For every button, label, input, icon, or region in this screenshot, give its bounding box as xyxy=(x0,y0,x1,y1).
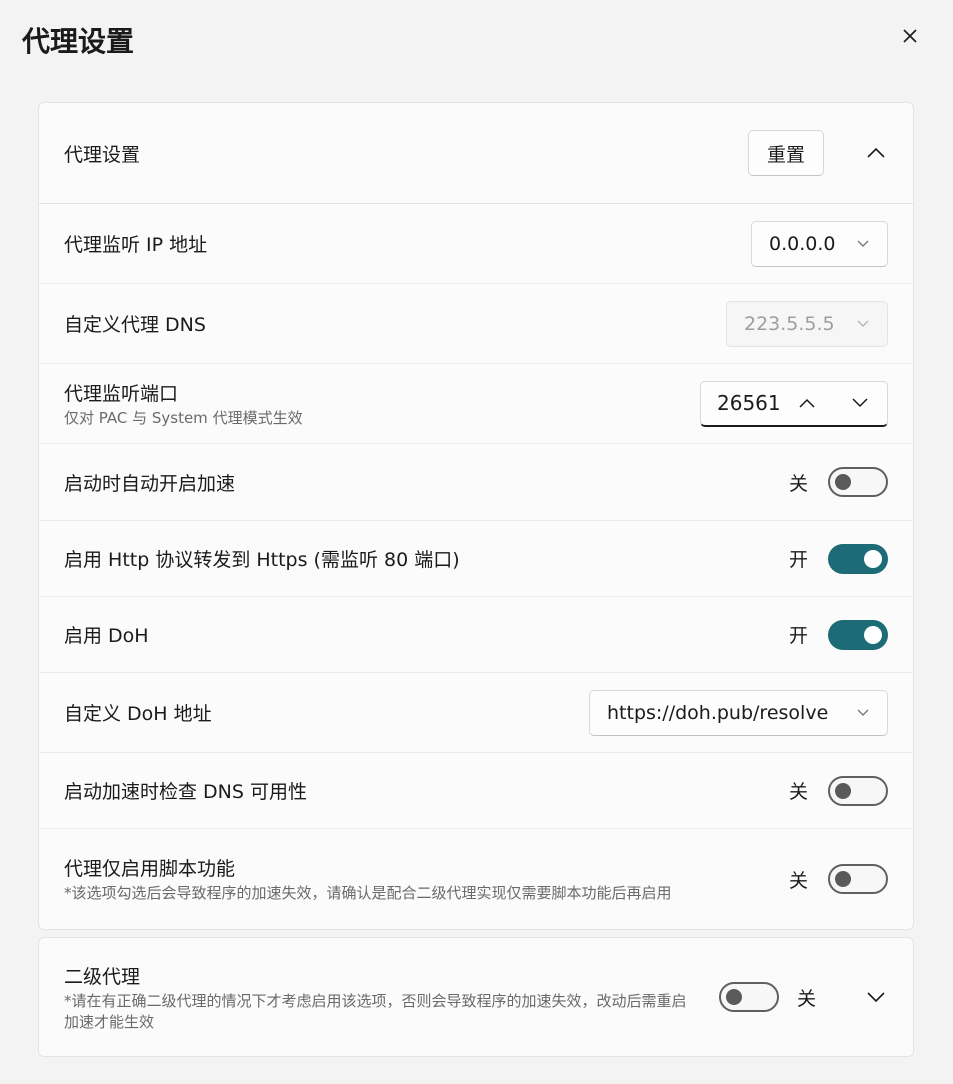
chevron-down-icon xyxy=(857,709,869,716)
custom-dns-dropdown[interactable]: 223.5.5.5 xyxy=(726,300,888,347)
listen-ip-label: 代理监听 IP 地址 xyxy=(64,234,208,256)
script-only-state: 关 xyxy=(788,869,808,892)
dns-check-row: 启动加速时检查 DNS 可用性 关 xyxy=(39,753,913,829)
doh-toggle[interactable] xyxy=(828,619,888,650)
dns-check-state: 关 xyxy=(788,781,808,803)
decrement-button[interactable] xyxy=(834,381,887,425)
secondary-proxy-card[interactable]: 二级代理 *请在有正确二级代理的情况下才考虑启用该选项，否则会导致程序的加速失效… xyxy=(38,937,914,1057)
http-forward-toggle[interactable] xyxy=(828,543,888,574)
chevron-down-icon[interactable] xyxy=(864,985,888,1009)
doh-address-label: 自定义 DoH 地址 xyxy=(64,703,212,725)
dns-check-toggle[interactable] xyxy=(828,775,888,806)
auto-start-row: 启动时自动开启加速 关 xyxy=(39,444,913,521)
doh-row: 启用 DoH 开 xyxy=(39,597,913,673)
listen-ip-dropdown[interactable]: 0.0.0.0 xyxy=(751,220,888,267)
proxy-settings-header[interactable]: 代理设置 重置 xyxy=(39,103,913,204)
doh-state: 开 xyxy=(788,625,808,647)
http-forward-state: 开 xyxy=(788,549,808,571)
custom-dns-row: 自定义代理 DNS 223.5.5.5 xyxy=(39,284,913,364)
page-title: 代理设置 xyxy=(22,25,135,58)
close-button[interactable] xyxy=(894,20,926,52)
doh-label: 启用 DoH xyxy=(64,625,149,647)
chevron-up-icon[interactable] xyxy=(864,141,888,165)
listen-port-value: 26561 xyxy=(717,391,781,415)
chevron-down-icon xyxy=(852,398,868,408)
listen-ip-value: 0.0.0.0 xyxy=(769,232,836,255)
script-only-label: 代理仅启用脚本功能 xyxy=(64,858,236,880)
secondary-proxy-toggle[interactable] xyxy=(718,982,779,1012)
custom-dns-label: 自定义代理 DNS xyxy=(64,314,206,336)
http-forward-row: 启用 Http 协议转发到 Https (需监听 80 端口) 开 xyxy=(39,521,913,597)
secondary-proxy-state: 关 xyxy=(796,987,816,1010)
chevron-down-icon xyxy=(857,320,869,327)
auto-start-toggle[interactable] xyxy=(828,467,888,497)
script-only-row: 代理仅启用脚本功能 *该选项勾选后会导致程序的加速失效，请确认是配合二级代理实现… xyxy=(39,829,913,929)
doh-address-value: https://doh.pub/resolve xyxy=(607,701,829,724)
doh-address-dropdown[interactable]: https://doh.pub/resolve xyxy=(589,689,888,736)
doh-address-row: 自定义 DoH 地址 https://doh.pub/resolve xyxy=(39,673,913,753)
listen-ip-row: 代理监听 IP 地址 0.0.0.0 xyxy=(39,204,913,284)
script-only-toggle[interactable] xyxy=(828,864,888,894)
increment-button[interactable] xyxy=(781,381,834,425)
listen-port-stepper[interactable]: 26561 xyxy=(700,380,888,427)
secondary-proxy-label: 二级代理 xyxy=(64,965,141,988)
custom-dns-value: 223.5.5.5 xyxy=(744,312,835,335)
auto-start-label: 启动时自动开启加速 xyxy=(64,472,236,495)
secondary-proxy-sub: *请在有正确二级代理的情况下才考虑启用该选项，否则会导致程序的加速失效，改动后需… xyxy=(64,991,687,1031)
secondary-proxy-row: 二级代理 *请在有正确二级代理的情况下才考虑启用该选项，否则会导致程序的加速失效… xyxy=(39,938,913,1056)
reset-button[interactable]: 重置 xyxy=(748,130,824,176)
proxy-settings-card: 代理设置 重置 代理监听 IP 地址 0.0.0.0 自定义代理 DNS 223… xyxy=(38,102,914,930)
chevron-down-icon xyxy=(857,240,869,247)
listen-port-row: 代理监听端口 仅对 PAC 与 System 代理模式生效 26561 xyxy=(39,364,913,444)
close-icon xyxy=(903,29,917,43)
proxy-settings-title: 代理设置 xyxy=(64,143,141,166)
chevron-up-icon xyxy=(799,398,815,408)
http-forward-label: 启用 Http 协议转发到 Https (需监听 80 端口) xyxy=(64,549,460,571)
script-only-sub: *该选项勾选后会导致程序的加速失效，请确认是配合二级代理实现仅需要脚本功能后再启… xyxy=(64,884,672,902)
auto-start-state: 关 xyxy=(788,472,808,495)
dns-check-label: 启动加速时检查 DNS 可用性 xyxy=(64,781,307,803)
